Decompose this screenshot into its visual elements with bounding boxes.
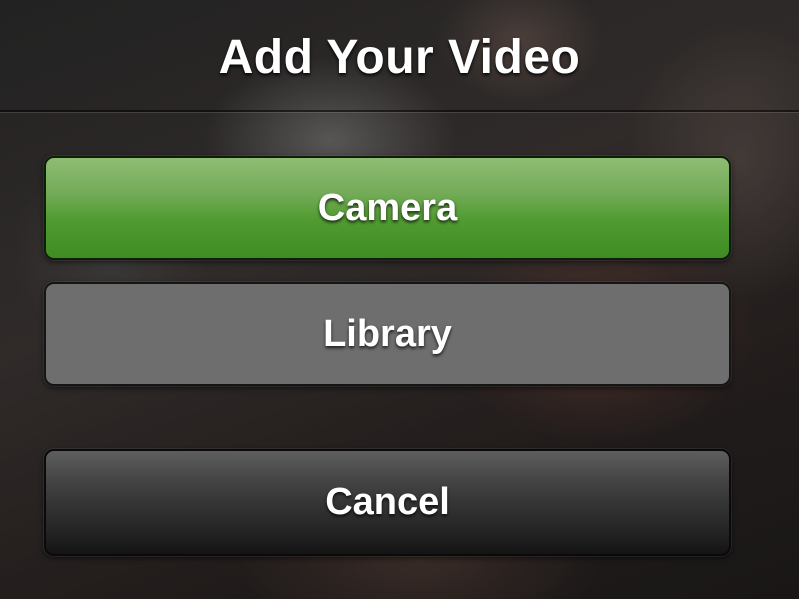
sheet-title: Add Your Video xyxy=(218,31,581,84)
cancel-button-label: Cancel xyxy=(325,481,450,523)
camera-button-label: Camera xyxy=(317,186,458,229)
cancel-button[interactable]: Cancel xyxy=(44,449,731,556)
library-button[interactable]: Library xyxy=(44,282,731,386)
library-button-label: Library xyxy=(323,312,452,355)
camera-button[interactable]: Camera xyxy=(44,156,731,260)
video-source-sheet: Add Your Video Camera Library Cancel xyxy=(0,0,799,599)
sheet-header: Add Your Video xyxy=(0,0,799,112)
